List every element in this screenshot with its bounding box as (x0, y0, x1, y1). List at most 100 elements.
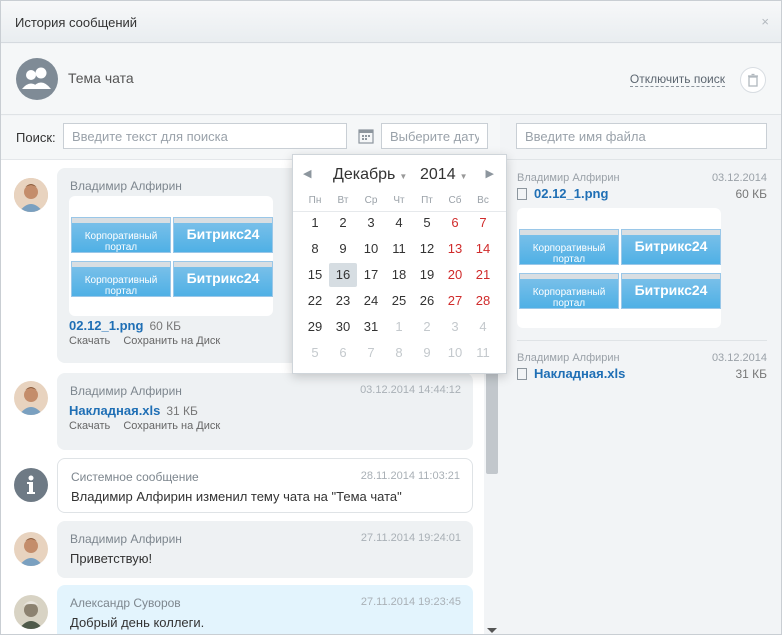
calendar-day[interactable]: 11 (385, 237, 413, 261)
thumbnail-tile: Корпоративный портал (71, 217, 171, 253)
file-item: Владимир Алфирин 03.12.2014 02.12_1.png … (517, 172, 767, 332)
save-to-disk-link[interactable]: Сохранить на Диск (123, 420, 220, 432)
date-picker-grid: Пн Вт Ср Чт Пт Сб Вс 1 2 3 4 5 6 7 8 9 10 11 12 13 14 15 16 17 1… (293, 195, 506, 367)
image-thumbnail[interactable]: Корпоративный портал Битрикс24 Корпорати… (69, 196, 273, 316)
search-input[interactable] (63, 123, 347, 149)
calendar-day[interactable]: 4 (385, 211, 413, 235)
file-author: Владимир Алфирин (517, 172, 620, 184)
calendar-day[interactable]: 8 (301, 237, 329, 261)
file-link[interactable]: Накладная.xls (534, 366, 625, 381)
calendar-day[interactable]: 29 (301, 315, 329, 339)
calendar-day[interactable]: 9 (329, 237, 357, 261)
disable-search-link[interactable]: Отключить поиск (629, 72, 725, 87)
date-picker-header: ◀ Декабрь ▼ 2014 ▼ ▶ (293, 155, 506, 195)
download-link[interactable]: Скачать (69, 335, 110, 347)
calendar-day[interactable]: 15 (301, 263, 329, 287)
calendar-day: 10 (447, 345, 463, 360)
week-row: 1234567 (293, 211, 506, 237)
calendar-day[interactable]: 7 (469, 211, 497, 235)
thumbnail-tile: Корпоративный портал (519, 273, 619, 309)
file-icon (517, 188, 527, 200)
message-author: Владимир Алфирин (70, 384, 182, 398)
message-author: Владимир Алфирин (70, 532, 182, 546)
thumbnail-tile: Битрикс24 (173, 217, 273, 253)
next-month-icon[interactable]: ▶ (486, 167, 494, 180)
file-search-input[interactable] (516, 123, 767, 149)
download-link[interactable]: Скачать (69, 420, 110, 432)
calendar-day[interactable]: 16 (329, 263, 357, 287)
calendar-day[interactable]: 2 (329, 211, 357, 235)
calendar-day[interactable]: 18 (385, 263, 413, 287)
calendar-day[interactable]: 19 (413, 263, 441, 287)
titlebar: История сообщений × (1, 1, 781, 43)
image-thumbnail[interactable]: Корпоративный портал Битрикс24 Корпорати… (517, 208, 721, 328)
avatar (14, 381, 48, 415)
message-date: 27.11.2014 19:24:01 (360, 532, 461, 544)
calendar-day[interactable]: 10 (357, 237, 385, 261)
thumbnail-tile: Корпоративный портал (71, 261, 171, 297)
year-select[interactable]: 2014 ▼ (420, 166, 468, 184)
weekday-label: Чт (393, 195, 405, 206)
calendar-day[interactable]: 14 (469, 237, 497, 261)
calendar-day[interactable]: 5 (413, 211, 441, 235)
weekday-label: Вс (477, 195, 489, 206)
calendar-day[interactable]: 21 (469, 263, 497, 287)
weekday-label: Пн (308, 195, 322, 206)
avatar (14, 178, 48, 212)
calendar-day: 2 (423, 319, 431, 334)
calendar-day[interactable]: 1 (301, 211, 329, 235)
file-item: Владимир Алфирин 03.12.2014 Накладная.xl… (517, 352, 767, 382)
file-search-bar (501, 116, 781, 160)
calendar-day[interactable]: 26 (413, 289, 441, 313)
message-item: Владимир Алфирин 27.11.2014 19:24:01 При… (1, 521, 484, 578)
calendar-day[interactable]: 28 (469, 289, 497, 313)
divider (517, 340, 767, 341)
prev-month-icon[interactable]: ◀ (303, 167, 311, 180)
close-icon[interactable]: × (761, 14, 769, 29)
message-author: Александр Суворов (70, 596, 181, 610)
weekday-label: Сб (448, 195, 462, 206)
file-size: 60 КБ (149, 319, 181, 333)
message-text: Добрый день коллеги. (70, 615, 205, 630)
calendar-day: 1 (395, 319, 403, 334)
save-to-disk-link[interactable]: Сохранить на Диск (123, 335, 220, 347)
thumbnail-tile: Битрикс24 (173, 261, 273, 297)
group-chat-avatar-icon (16, 58, 58, 100)
scroll-down-icon[interactable] (487, 628, 497, 633)
file-author: Владимир Алфирин (517, 352, 620, 364)
message-bubble: Системное сообщение 28.11.2014 11:03:21 … (57, 458, 473, 513)
calendar-day[interactable]: 13 (441, 237, 469, 261)
file-size: 60 КБ (735, 187, 767, 201)
file-link[interactable]: 02.12_1.png 60 КБ (69, 318, 181, 333)
calendar-icon[interactable] (358, 128, 374, 144)
file-size: 31 КБ (735, 367, 767, 381)
calendar-day[interactable]: 25 (385, 289, 413, 313)
calendar-day: 6 (339, 345, 347, 360)
calendar-day: 11 (476, 345, 490, 360)
calendar-day[interactable]: 3 (357, 211, 385, 235)
calendar-day[interactable]: 23 (329, 289, 357, 313)
calendar-day: 7 (367, 345, 375, 360)
month-select[interactable]: Декабрь ▼ (333, 166, 407, 184)
calendar-day[interactable]: 17 (357, 263, 385, 287)
calendar-day[interactable]: 20 (441, 263, 469, 287)
file-link[interactable]: 02.12_1.png (534, 186, 608, 201)
week-row: 22 23 24 25 26 27 28 (293, 289, 506, 315)
calendar-day[interactable]: 30 (329, 315, 357, 339)
calendar-day[interactable]: 12 (413, 237, 441, 261)
calendar-day[interactable]: 24 (357, 289, 385, 313)
week-row: 8 9 10 11 12 13 14 (293, 237, 506, 263)
trash-icon[interactable] (740, 67, 766, 93)
system-message: Системное сообщение 28.11.2014 11:03:21 … (1, 458, 484, 513)
thumbnail-tile: Битрикс24 (621, 229, 721, 265)
date-picker: ◀ Декабрь ▼ 2014 ▼ ▶ Пн Вт Ср Чт Пт Сб Вс 1 2 3 4 5 6 7… (292, 154, 507, 374)
date-input[interactable] (381, 123, 488, 149)
calendar-day[interactable]: 6 (441, 211, 469, 235)
chat-title: Тема чата (68, 70, 134, 86)
file-link[interactable]: Накладная.xls 31 КБ (69, 403, 198, 418)
calendar-day[interactable]: 27 (441, 289, 469, 313)
calendar-day[interactable]: 31 (357, 315, 385, 339)
calendar-day: 8 (395, 345, 403, 360)
calendar-day[interactable]: 22 (301, 289, 329, 313)
file-size: 31 КБ (166, 404, 198, 418)
